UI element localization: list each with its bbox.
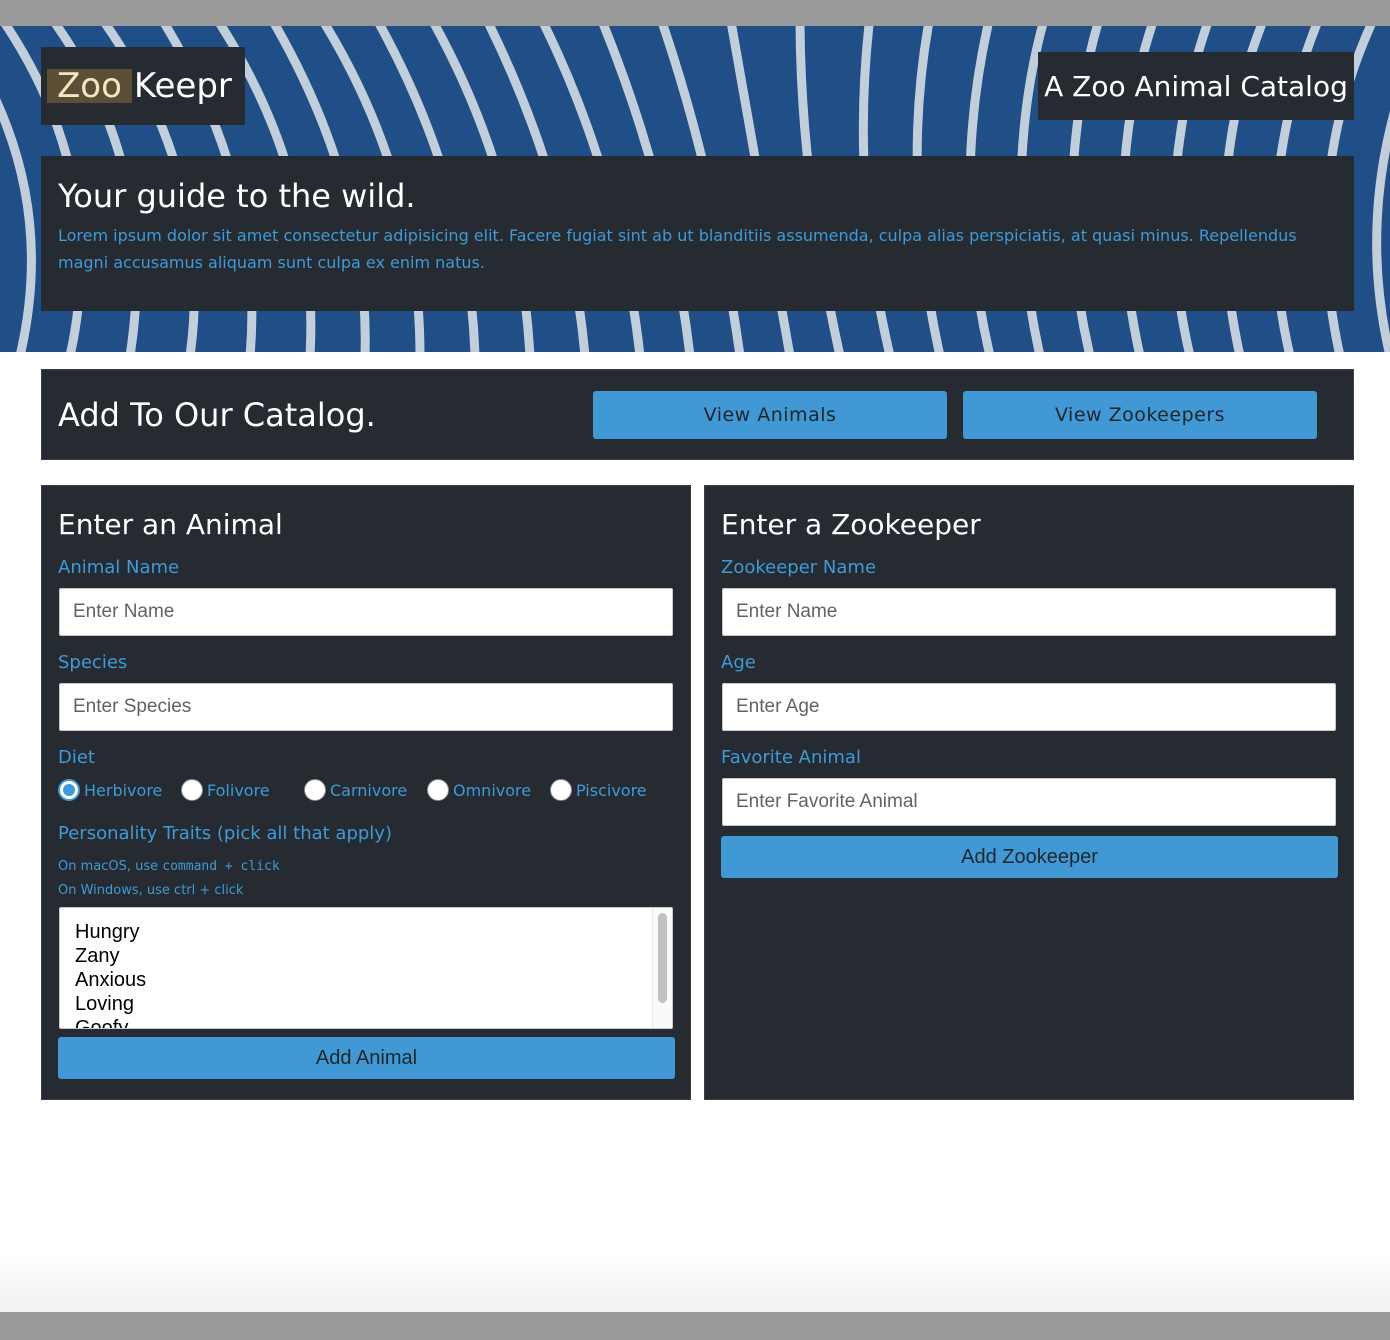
hero-intro: Your guide to the wild. Lorem ipsum dolo…	[41, 156, 1354, 311]
radio-dot	[63, 784, 75, 796]
age-label: Age	[721, 652, 756, 673]
hint-macos: On macOS, use command + click	[58, 859, 280, 875]
animal-name-label: Animal Name	[58, 557, 180, 578]
hero-body: Lorem ipsum dolor sit amet consectetur a…	[58, 226, 1297, 272]
animal-name-input[interactable]: Enter Name	[59, 588, 673, 636]
hero-banner: Zoo Keepr A Zoo Animal Catalog Your guid…	[0, 26, 1390, 352]
species-input[interactable]: Enter Species	[59, 683, 673, 731]
trait-option[interactable]: Goofy	[60, 1016, 146, 1028]
radio-unchecked-icon[interactable]	[550, 779, 572, 801]
browser-bottom-bar	[0, 1312, 1390, 1340]
favorite-animal-input[interactable]: Enter Favorite Animal	[722, 778, 1336, 826]
brand-name: Keepr	[133, 66, 232, 106]
radio-unchecked-icon[interactable]	[304, 779, 326, 801]
diet-option-label: Piscivore	[576, 780, 647, 800]
hint-macos-code: command + click	[162, 859, 280, 874]
scrollbar-thumb[interactable]	[658, 913, 667, 1003]
trait-option[interactable]: Zany	[60, 944, 146, 968]
diet-option-label: Folivore	[207, 780, 270, 800]
page-bottom-fade	[0, 1250, 1390, 1312]
brand-logo[interactable]: Zoo Keepr	[41, 47, 245, 125]
trait-option[interactable]: Loving	[60, 992, 146, 1016]
zookeeper-form-title: Enter a Zookeeper	[721, 508, 981, 541]
diet-option-omnivore[interactable]: Omnivore	[427, 779, 531, 801]
diet-option-carnivore[interactable]: Carnivore	[304, 779, 407, 801]
radio-unchecked-icon[interactable]	[427, 779, 449, 801]
traits-options: Hungry Zany Anxious Loving Goofy	[60, 920, 146, 1028]
diet-option-label: Carnivore	[330, 780, 408, 800]
browser-top-bar	[0, 0, 1390, 26]
view-animals-button[interactable]: View Animals	[593, 391, 947, 439]
diet-option-label: Herbivore	[84, 780, 163, 800]
hint-windows: On Windows, use ctrl + click	[58, 883, 244, 898]
zookeeper-name-label: Zookeeper Name	[721, 557, 877, 578]
radio-checked-icon[interactable]	[58, 779, 80, 801]
radio-unchecked-icon[interactable]	[181, 779, 203, 801]
diet-label: Diet	[58, 747, 95, 768]
catalog-heading: Add To Our Catalog.	[58, 396, 376, 434]
site-tagline: A Zoo Animal Catalog	[1038, 52, 1354, 120]
hero-heading: Your guide to the wild.	[58, 177, 416, 215]
brand-highlight: Zoo	[47, 69, 132, 103]
view-zookeepers-button[interactable]: View Zookeepers	[963, 391, 1317, 439]
listbox-scrollbar[interactable]	[652, 908, 672, 1028]
personality-traits-select[interactable]: Hungry Zany Anxious Loving Goofy	[59, 907, 673, 1029]
species-label: Species	[58, 652, 128, 673]
zookeeper-form: Enter a Zookeeper Zookeeper Name Enter N…	[704, 485, 1354, 1100]
hint-macos-text: On macOS, use	[58, 859, 163, 874]
diet-option-piscivore[interactable]: Piscivore	[550, 779, 647, 801]
diet-option-folivore[interactable]: Folivore	[181, 779, 270, 801]
age-input[interactable]: Enter Age	[722, 683, 1336, 731]
diet-option-label: Omnivore	[453, 780, 532, 800]
animal-form: Enter an Animal Animal Name Enter Name S…	[41, 485, 691, 1100]
trait-option[interactable]: Hungry	[60, 920, 146, 944]
add-animal-button[interactable]: Add Animal	[58, 1037, 675, 1079]
personality-traits-label: Personality Traits (pick all that apply)	[58, 823, 392, 844]
animal-form-title: Enter an Animal	[58, 508, 283, 541]
favorite-animal-label: Favorite Animal	[721, 747, 861, 768]
add-zookeeper-button[interactable]: Add Zookeeper	[721, 836, 1338, 878]
diet-option-herbivore[interactable]: Herbivore	[58, 779, 162, 801]
zookeeper-name-input[interactable]: Enter Name	[722, 588, 1336, 636]
catalog-nav-bar: Add To Our Catalog. View Animals View Zo…	[41, 369, 1354, 460]
trait-option[interactable]: Anxious	[60, 968, 146, 992]
